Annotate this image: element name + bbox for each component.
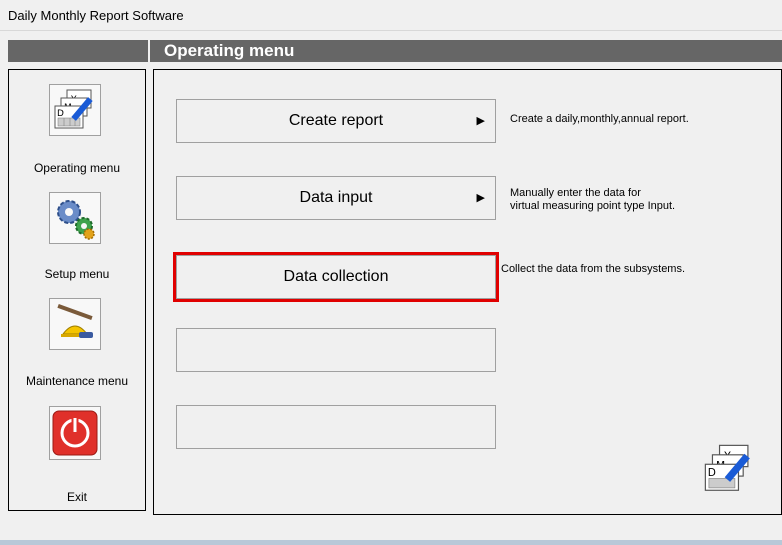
sidebar-item-operating-menu[interactable]: Y M D Operating menu bbox=[9, 70, 145, 178]
data-collection-description: Collect the data from the subsystems. bbox=[501, 263, 686, 275]
data-input-description: Manually enter the data for virtual meas… bbox=[510, 187, 675, 213]
report-calendar-icon: Y M D bbox=[703, 443, 755, 495]
submenu-arrow-icon: ▶ bbox=[476, 115, 485, 127]
window-title: Daily Monthly Report Software bbox=[8, 8, 184, 23]
gears-icon bbox=[49, 192, 101, 244]
button-label: Data input bbox=[299, 189, 373, 206]
sidebar-item-exit[interactable]: Exit bbox=[9, 392, 145, 510]
sidebar-item-maintenance-menu[interactable]: Maintenance menu bbox=[9, 286, 145, 392]
data-input-button[interactable]: Data input ▶ bbox=[176, 176, 496, 220]
header-left-band bbox=[8, 40, 148, 62]
bottom-edge bbox=[0, 540, 782, 545]
submenu-arrow-icon: ▶ bbox=[476, 192, 485, 204]
empty-menu-button-4[interactable] bbox=[176, 328, 496, 372]
page-title: Operating menu bbox=[150, 40, 782, 62]
report-calendar-icon: Y M D bbox=[49, 84, 101, 136]
empty-menu-button-5[interactable] bbox=[176, 405, 496, 449]
sidebar-item-label: Exit bbox=[66, 490, 87, 504]
sidebar-item-label: Operating menu bbox=[33, 161, 121, 175]
data-collection-button[interactable]: Data collection bbox=[173, 252, 499, 302]
create-report-description: Create a daily,monthly,annual report. bbox=[510, 113, 689, 125]
create-report-button[interactable]: Create report ▶ bbox=[176, 99, 496, 143]
svg-text:D: D bbox=[708, 466, 716, 479]
title-bar: Daily Monthly Report Software bbox=[0, 0, 782, 31]
sidebar-item-setup-menu[interactable]: Setup menu bbox=[9, 178, 145, 286]
svg-text:D: D bbox=[57, 109, 64, 119]
button-label: Create report bbox=[288, 112, 384, 129]
description-line: Manually enter the data for bbox=[510, 187, 641, 199]
sidebar: Y M D Operating menu Setu bbox=[8, 69, 146, 511]
sidebar-item-label: Maintenance menu bbox=[25, 374, 129, 388]
tools-hardhat-icon bbox=[49, 298, 101, 350]
sidebar-item-label: Setup menu bbox=[44, 267, 110, 281]
description-line: virtual measuring point type Input. bbox=[510, 200, 676, 212]
power-icon bbox=[49, 406, 101, 460]
button-label: Data collection bbox=[283, 268, 389, 285]
main-panel: Create report ▶ Create a daily,monthly,a… bbox=[153, 69, 782, 515]
